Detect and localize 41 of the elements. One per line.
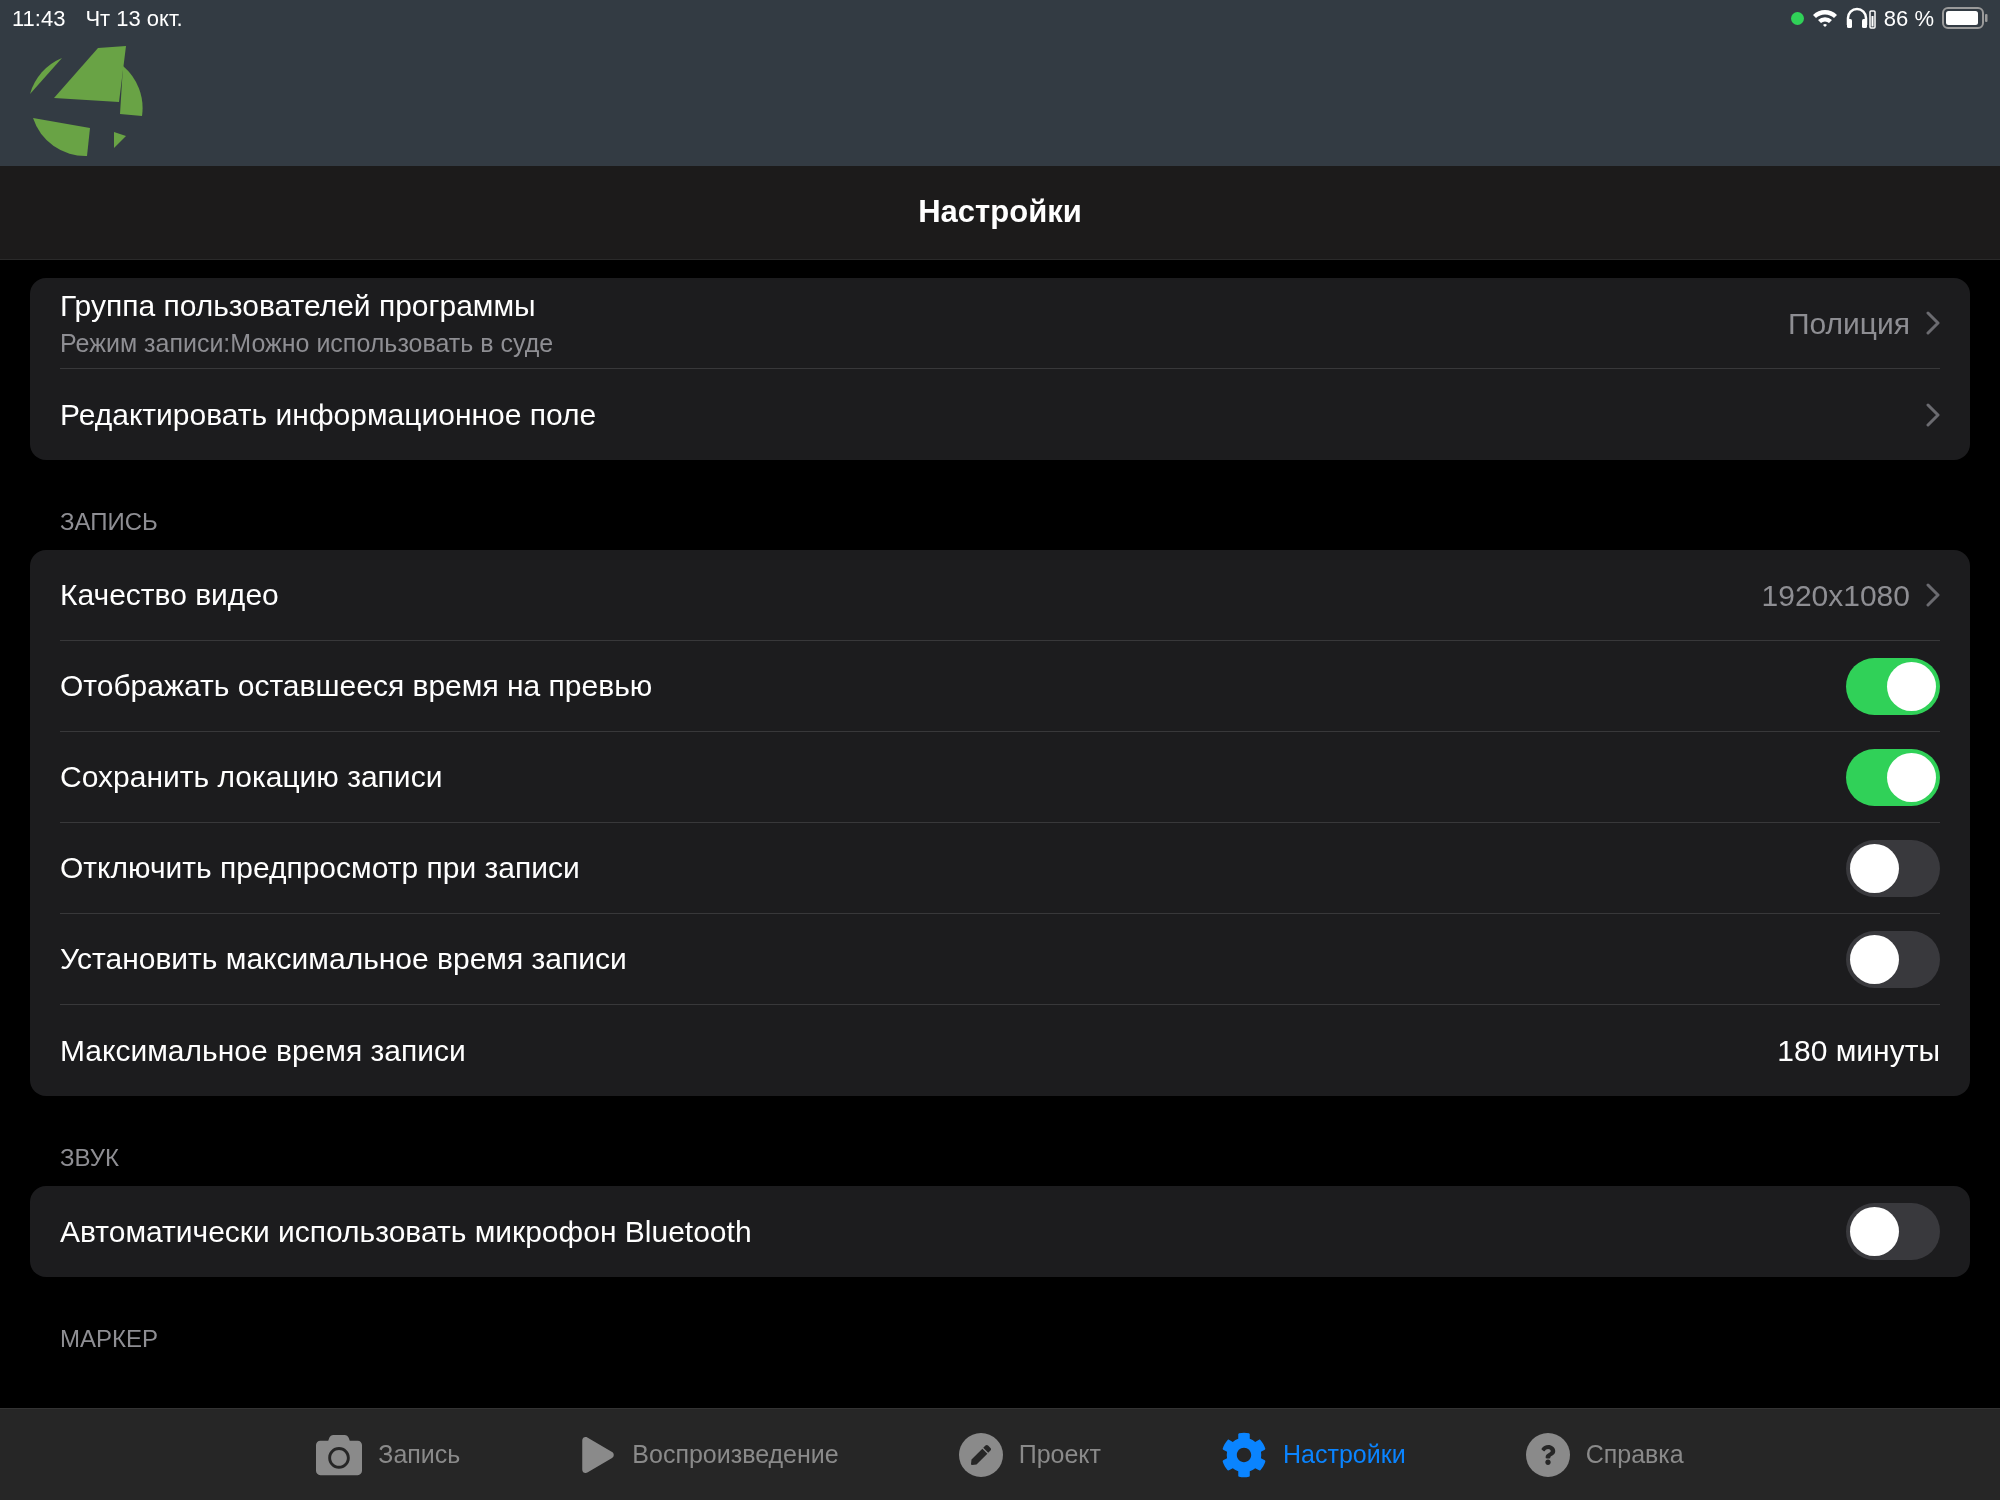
toggle-switch[interactable] <box>1846 839 1940 897</box>
section-header: ЗАПИСЬ <box>60 508 158 535</box>
row-title: Отключить предпросмотр при записи <box>60 850 581 887</box>
logo-icon <box>28 46 144 158</box>
row-title: Отображать оставшееся время на превью <box>60 668 654 705</box>
toggle-switch[interactable] <box>1846 1203 1940 1260</box>
row-title: Редактировать информационное поле <box>60 396 598 433</box>
section-header: ЗВУК <box>60 1144 119 1171</box>
disclosure-link[interactable]: Полиция <box>1787 300 1940 346</box>
status-date: Чт 13 окт. <box>85 4 183 33</box>
headphones-icon <box>1845 7 1876 29</box>
chevron-icon <box>1926 402 1940 427</box>
wifi-icon <box>1811 8 1838 28</box>
disclosure-link[interactable]: 1920x1080 <box>1761 572 1940 618</box>
row-subtitle: Режим записи:Можно использовать в суде <box>60 328 555 360</box>
screen-title: Настройки <box>918 193 1082 232</box>
row-title: Автоматически использовать микрофон Bluetooth <box>60 1213 753 1250</box>
tab-item[interactable]: Воспроизведение <box>520 1409 899 1500</box>
section-header: МАРКЕР <box>60 1325 158 1352</box>
status-time: 11:43 <box>12 4 66 33</box>
tab-item[interactable]: Запись <box>256 1409 521 1500</box>
play-icon <box>580 1436 617 1473</box>
tab-item[interactable]: Проект <box>898 1409 1162 1500</box>
row-value: 1920x1080 <box>1761 577 1910 614</box>
row-title: Качество видео <box>60 577 280 614</box>
row-title: Установить максимальное время записи <box>60 941 628 978</box>
settings-icon <box>1221 1431 1268 1478</box>
row-value: Полиция <box>1787 305 1910 342</box>
battery-percent: 86 % <box>1883 4 1934 33</box>
tab-item[interactable]: Настройки <box>1161 1409 1466 1500</box>
tab-item[interactable]: Справка <box>1465 1409 1744 1500</box>
row-value: 180 минуты <box>1777 1033 1940 1069</box>
chevron-icon <box>1926 583 1940 607</box>
battery-icon <box>1942 7 1988 29</box>
toggle-switch[interactable] <box>1846 748 1940 806</box>
toggle-switch[interactable] <box>1846 657 1940 715</box>
row-title: Сохранить локацию записи <box>60 759 444 796</box>
row-title: Максимальное время записи <box>60 1032 467 1069</box>
chevron-icon <box>1926 311 1940 335</box>
row-title: Группа пользователей программы <box>60 287 537 324</box>
toggle-switch[interactable] <box>1846 930 1940 988</box>
